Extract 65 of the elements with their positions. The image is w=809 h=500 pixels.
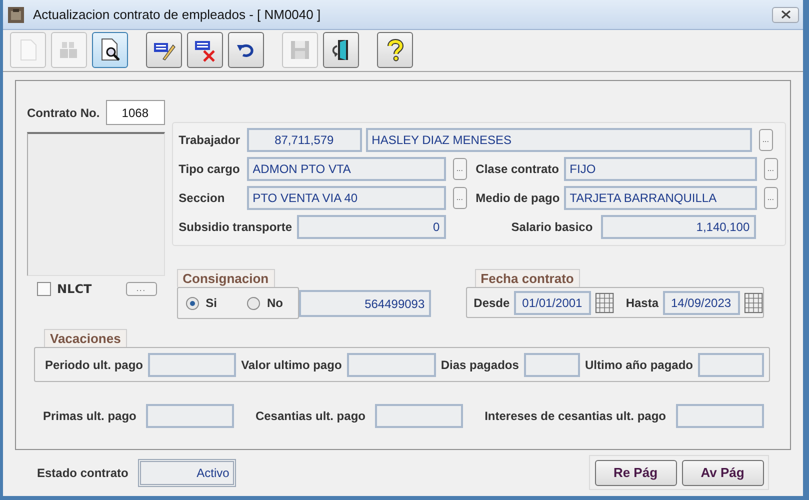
input-field[interactable]: HASLEY DIAZ MENESES (366, 128, 752, 152)
date-field[interactable]: 14/09/2023 (662, 290, 740, 314)
group-title: Fecha contrato (474, 269, 580, 287)
calendar-icon[interactable] (594, 292, 614, 314)
toolbar-button[interactable] (187, 32, 223, 68)
lookup-button[interactable]: ... (452, 158, 467, 180)
radio-button[interactable]: Si (186, 296, 217, 310)
input-field[interactable] (146, 404, 234, 428)
input-field[interactable]: PTO VENTA VIA 40 (246, 186, 446, 210)
input-field[interactable]: 1,140,100 (600, 215, 756, 239)
input-field[interactable] (148, 352, 236, 376)
input-field[interactable]: TARJETA BARRANQUILLA (564, 186, 757, 210)
field-label: Medio de pago (476, 191, 560, 205)
field-label: Desde (474, 296, 510, 310)
field-label: Cesantias ult. pago (255, 409, 366, 423)
input-field[interactable] (676, 404, 764, 428)
previous-page-button[interactable]: Re Pág (594, 460, 676, 486)
lookup-button[interactable]: ... (452, 187, 467, 209)
help-button[interactable] (377, 32, 413, 68)
field-label: Salario basico (510, 220, 593, 234)
group-title: Vacaciones (44, 329, 127, 347)
field-label: Tipo cargo (178, 162, 241, 176)
field-label: Valor ultimo pago (241, 358, 342, 372)
lookup-button[interactable]: ... (758, 129, 773, 151)
close-icon (780, 10, 790, 19)
next-page-button[interactable]: Av Pág (682, 460, 764, 486)
field-label: Trabajador (178, 133, 242, 147)
lookup-button[interactable]: ... (126, 282, 157, 296)
field-label: Primas ult. pago (43, 409, 136, 423)
field-label: Estado contrato (37, 466, 128, 480)
group-title: Consignacion (176, 269, 275, 287)
field-label: Seccion (178, 191, 226, 205)
toolbar-button[interactable] (228, 32, 264, 68)
checkbox-label: NLCT (57, 282, 92, 296)
input-field[interactable] (524, 352, 580, 376)
input-field[interactable]: 87,711,579 (246, 128, 362, 152)
calendar-icon[interactable] (744, 292, 763, 314)
close-button[interactable] (772, 6, 799, 22)
input-field[interactable] (698, 352, 764, 376)
field-label: Dias pagados (440, 358, 519, 372)
status-field[interactable]: Activo (138, 458, 236, 486)
toolbar-button[interactable] (146, 32, 182, 68)
checkbox[interactable] (37, 282, 51, 296)
input-field[interactable] (375, 404, 464, 428)
lookup-button[interactable]: ... (764, 187, 778, 209)
date-field[interactable]: 01/01/2001 (514, 290, 591, 314)
field-label: Ultimo año pagado (585, 358, 693, 372)
field-label: Contrato No. (27, 106, 100, 120)
field-label: Hasta (626, 296, 659, 310)
input-field[interactable]: 0 (296, 215, 446, 239)
input-field[interactable]: 1068 (106, 100, 165, 125)
input-field[interactable] (346, 352, 436, 376)
window-title: Actualizacion contrato de empleados - [ NM0040 ] (33, 7, 322, 22)
radio-button[interactable]: No (247, 296, 283, 310)
input-field[interactable]: ADMON PTO VTA (246, 157, 446, 181)
field-label: Clase contrato (476, 162, 560, 176)
field-label: Intereses de cesantias ult. pago (484, 409, 666, 423)
lookup-button[interactable]: ... (764, 158, 778, 180)
toolbar-button[interactable] (92, 32, 128, 68)
app-icon (8, 6, 24, 22)
input-field[interactable]: 564499093 (298, 290, 431, 317)
field-label: Subsidio transporte (178, 220, 293, 234)
input-field[interactable]: FIJO (564, 157, 757, 181)
toolbar-button[interactable] (323, 32, 359, 68)
field-label: Periodo ult. pago (45, 358, 143, 372)
